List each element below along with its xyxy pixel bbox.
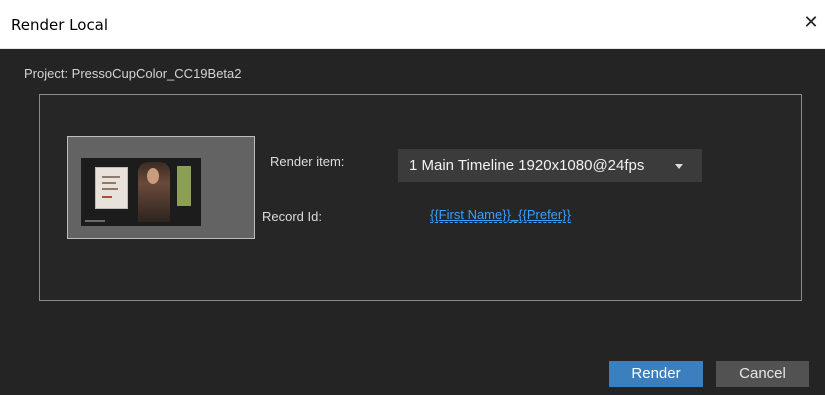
close-icon[interactable]: ✕ [800, 12, 822, 34]
render-button[interactable]: Render [609, 361, 703, 387]
project-label: Project: PressoCupColor_CC19Beta2 [24, 66, 242, 81]
record-id-link[interactable]: {{First Name}}_{{Prefer}} [430, 208, 571, 223]
cancel-button[interactable]: Cancel [716, 361, 809, 387]
record-id-label: Record Id: [262, 209, 322, 224]
thumbnail-green-panel [177, 166, 191, 206]
title-bar: Render Local ✕ [0, 0, 825, 49]
render-item-value: 1 Main Timeline 1920x1080@24fps [409, 157, 645, 174]
chevron-down-icon [675, 164, 683, 169]
render-item-dropdown[interactable]: 1 Main Timeline 1920x1080@24fps [398, 149, 702, 182]
thumbnail-face-graphic [147, 168, 159, 184]
thumbnail-caption-graphic [85, 220, 105, 222]
preview-thumbnail [67, 136, 255, 239]
render-item-label: Render item: [270, 154, 345, 169]
thumbnail-image [81, 158, 201, 226]
dialog-title: Render Local [11, 16, 109, 34]
thumbnail-card-graphic [95, 167, 128, 209]
